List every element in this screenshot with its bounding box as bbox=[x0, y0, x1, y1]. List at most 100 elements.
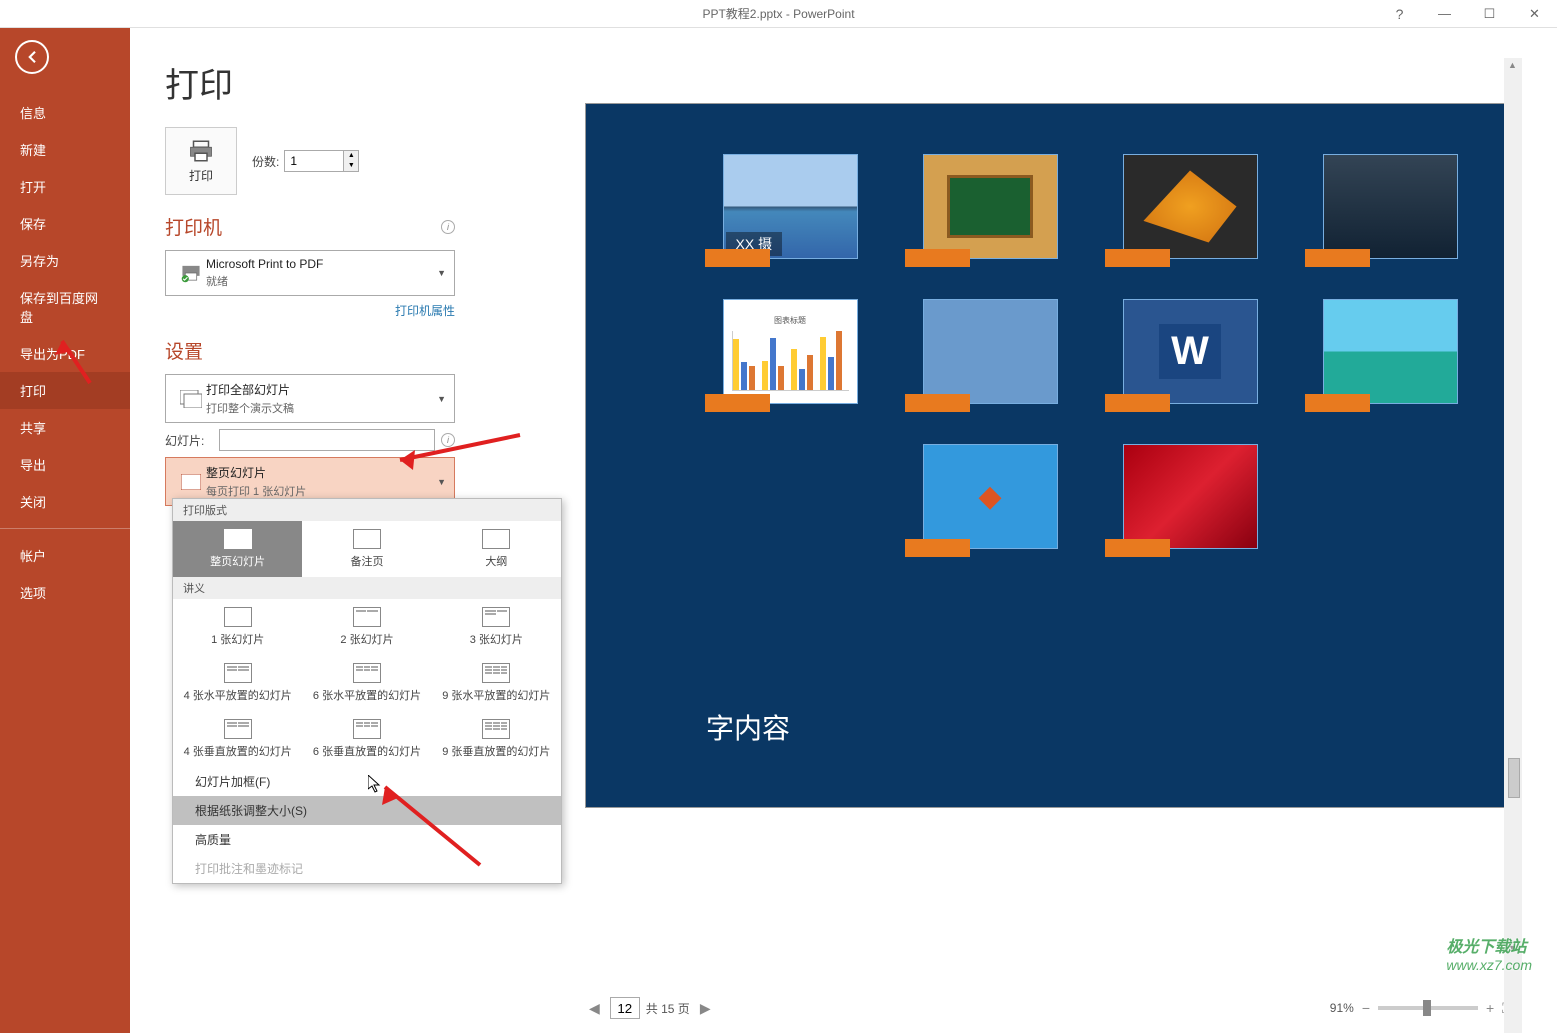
divider bbox=[0, 528, 130, 529]
copies-label: 份数: bbox=[252, 153, 279, 170]
cursor-icon bbox=[368, 775, 382, 793]
sidebar-item-print[interactable]: 打印 bbox=[0, 372, 130, 409]
chart-title: 图表标题 bbox=[732, 315, 849, 326]
layout-option-label: 大纲 bbox=[485, 556, 507, 568]
handout-9v[interactable]: 9 张垂直放置的幻灯片 bbox=[432, 711, 561, 767]
printer-properties-link[interactable]: 打印机属性 bbox=[165, 302, 455, 319]
dropdown-arrow-icon: ▼ bbox=[437, 477, 446, 487]
handout-3[interactable]: 3 张幻灯片 bbox=[432, 599, 561, 655]
maximize-button[interactable]: ☐ bbox=[1467, 0, 1512, 28]
backstage-sidebar: 信息 新建 打开 保存 另存为 保存到百度网盘 导出为PDF 打印 共享 导出 … bbox=[0, 28, 130, 1033]
thumbnail-label bbox=[705, 249, 770, 267]
sidebar-item-saveas[interactable]: 另存为 bbox=[0, 242, 130, 279]
slide-thumbnail bbox=[1323, 154, 1458, 259]
printer-dropdown[interactable]: Microsoft Print to PDF 就绪 ▼ bbox=[165, 250, 455, 296]
layout-option-label: 4 张垂直放置的幻灯片 bbox=[184, 746, 292, 758]
slides-label: 幻灯片: bbox=[165, 432, 213, 449]
sidebar-item-save[interactable]: 保存 bbox=[0, 205, 130, 242]
info-icon[interactable]: i bbox=[441, 433, 455, 447]
layout-option-label: 3 张幻灯片 bbox=[470, 634, 523, 646]
copies-down-button[interactable]: ▼ bbox=[344, 161, 358, 171]
watermark: 极光下载站 www.xz7.com bbox=[1446, 933, 1532, 973]
slide-preview: XX 摄 图表标题 bbox=[585, 103, 1522, 808]
dropdown-arrow-icon: ▼ bbox=[437, 394, 446, 404]
slide-thumbnail bbox=[1123, 299, 1258, 404]
full-page-icon bbox=[176, 474, 206, 490]
print-button[interactable]: 打印 bbox=[165, 127, 237, 195]
thumbnail-label bbox=[1305, 249, 1370, 267]
handout-6h[interactable]: 6 张水平放置的幻灯片 bbox=[302, 655, 431, 711]
dropdown-arrow-icon: ▼ bbox=[437, 268, 446, 278]
slide-thumbnail: 图表标题 bbox=[723, 299, 858, 404]
copies-up-button[interactable]: ▲ bbox=[344, 151, 358, 161]
zoom-slider-thumb[interactable] bbox=[1423, 1000, 1431, 1016]
print-button-label: 打印 bbox=[189, 167, 213, 184]
thumbnail-label bbox=[905, 249, 970, 267]
layout-option-outline[interactable]: 大纲 bbox=[432, 521, 561, 577]
handout-9h[interactable]: 9 张水平放置的幻灯片 bbox=[432, 655, 561, 711]
sidebar-item-baidu[interactable]: 保存到百度网盘 bbox=[0, 279, 130, 335]
back-button[interactable] bbox=[15, 40, 49, 74]
page-number-input[interactable] bbox=[610, 997, 640, 1019]
layout-option-label: 9 张水平放置的幻灯片 bbox=[442, 690, 550, 702]
help-button[interactable]: ? bbox=[1377, 0, 1422, 28]
sidebar-item-share[interactable]: 共享 bbox=[0, 409, 130, 446]
slide-thumbnail: XX 摄 bbox=[723, 154, 858, 259]
zoom-out-button[interactable]: − bbox=[1362, 1000, 1370, 1016]
handout-4h[interactable]: 4 张水平放置的幻灯片 bbox=[173, 655, 302, 711]
layout-title: 整页幻灯片 bbox=[206, 464, 444, 481]
layout-option-notes[interactable]: 备注页 bbox=[302, 521, 431, 577]
option-high-quality[interactable]: 高质量 bbox=[173, 825, 561, 854]
sidebar-item-export[interactable]: 导出 bbox=[0, 446, 130, 483]
thumbnail-label bbox=[905, 539, 970, 557]
sidebar-item-exportpdf[interactable]: 导出为PDF bbox=[0, 335, 130, 372]
print-range-dropdown[interactable]: 打印全部幻灯片 打印整个演示文稿 ▼ bbox=[165, 374, 455, 423]
printer-section-header: 打印机 bbox=[165, 213, 222, 240]
back-arrow-icon bbox=[23, 48, 41, 66]
close-button[interactable]: ✕ bbox=[1512, 0, 1557, 28]
page-title: 打印 bbox=[165, 58, 455, 107]
slide-thumbnail bbox=[923, 154, 1058, 259]
layout-option-label: 备注页 bbox=[350, 556, 383, 568]
option-print-comments: 打印批注和墨迹标记 bbox=[173, 854, 561, 883]
watermark-title: 极光下载站 bbox=[1446, 939, 1526, 956]
layout-option-label: 1 张幻灯片 bbox=[211, 634, 264, 646]
option-frame-slides[interactable]: 幻灯片加框(F) bbox=[173, 767, 561, 796]
copies-input[interactable] bbox=[284, 150, 344, 172]
layout-option-label: 6 张水平放置的幻灯片 bbox=[313, 690, 421, 702]
thumbnail-label bbox=[705, 394, 770, 412]
sidebar-item-info[interactable]: 信息 bbox=[0, 94, 130, 131]
scrollbar-thumb[interactable] bbox=[1508, 758, 1520, 798]
zoom-percent[interactable]: 91% bbox=[1330, 1001, 1354, 1015]
sidebar-item-new[interactable]: 新建 bbox=[0, 131, 130, 168]
layout-option-label: 2 张幻灯片 bbox=[340, 634, 393, 646]
next-page-button[interactable]: ▶ bbox=[696, 1000, 715, 1017]
sidebar-item-account[interactable]: 帐户 bbox=[0, 537, 130, 574]
preview-body-text: 字内容 bbox=[706, 707, 790, 747]
slide-thumbnail bbox=[1323, 299, 1458, 404]
prev-page-button[interactable]: ◀ bbox=[585, 1000, 604, 1017]
thumbnail-label bbox=[1105, 249, 1170, 267]
slide-thumbnail bbox=[1123, 154, 1258, 259]
sidebar-item-options[interactable]: 选项 bbox=[0, 574, 130, 611]
vertical-scrollbar[interactable] bbox=[1504, 58, 1522, 1033]
option-scale-to-fit[interactable]: 根据纸张调整大小(S) bbox=[173, 796, 561, 825]
slide-thumbnail bbox=[923, 299, 1058, 404]
minimize-button[interactable]: — bbox=[1422, 0, 1467, 28]
slides-all-icon bbox=[176, 390, 206, 408]
info-icon[interactable]: i bbox=[441, 220, 455, 234]
handout-6v[interactable]: 6 张垂直放置的幻灯片 bbox=[302, 711, 431, 767]
zoom-in-button[interactable]: + bbox=[1486, 1000, 1494, 1016]
handout-2[interactable]: 2 张幻灯片 bbox=[302, 599, 431, 655]
slides-input[interactable] bbox=[219, 429, 435, 451]
layout-option-label: 9 张垂直放置的幻灯片 bbox=[442, 746, 550, 758]
zoom-slider[interactable] bbox=[1378, 1006, 1478, 1010]
layout-option-label: 4 张水平放置的幻灯片 bbox=[184, 690, 292, 702]
thumbnail-label bbox=[1305, 394, 1370, 412]
layout-option-full-page[interactable]: 整页幻灯片 bbox=[173, 521, 302, 577]
handout-4v[interactable]: 4 张垂直放置的幻灯片 bbox=[173, 711, 302, 767]
sidebar-item-close[interactable]: 关闭 bbox=[0, 483, 130, 520]
handout-1[interactable]: 1 张幻灯片 bbox=[173, 599, 302, 655]
layout-option-label: 6 张垂直放置的幻灯片 bbox=[313, 746, 421, 758]
sidebar-item-open[interactable]: 打开 bbox=[0, 168, 130, 205]
